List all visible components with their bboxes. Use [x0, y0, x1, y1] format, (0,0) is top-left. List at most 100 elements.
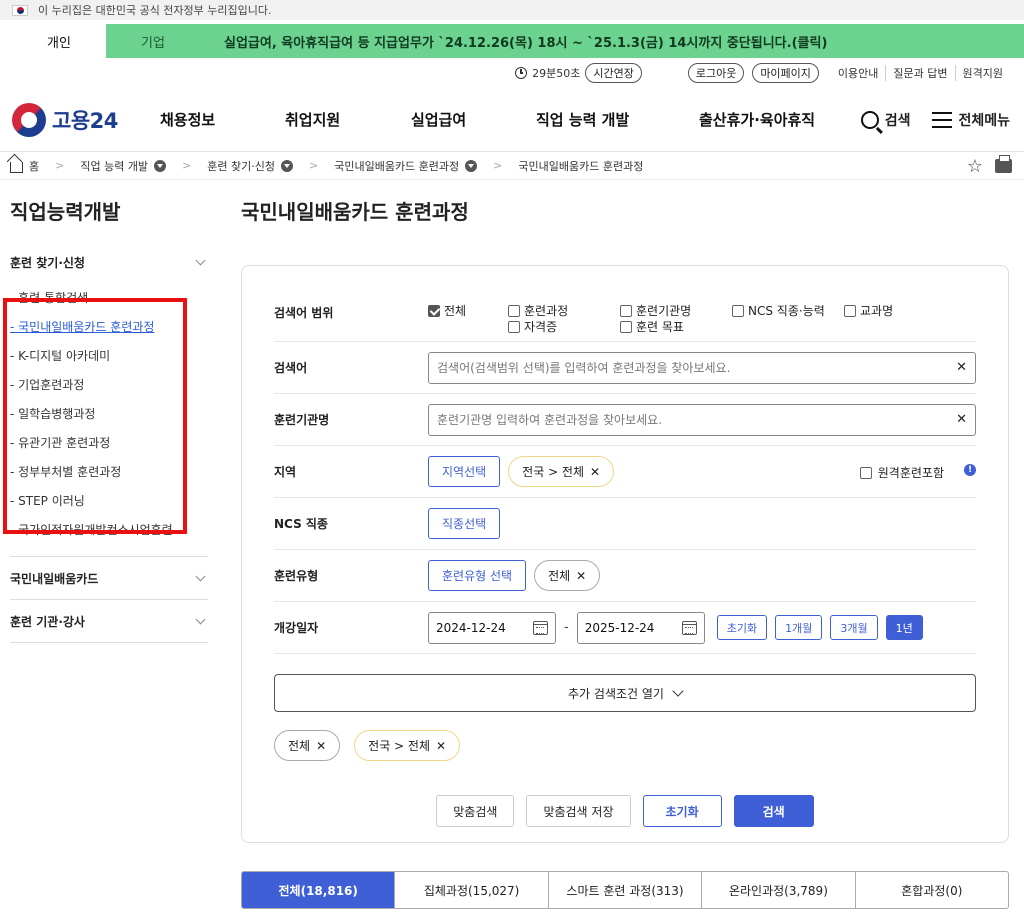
date-1month-button[interactable]: 1개월: [775, 615, 823, 640]
link-remote[interactable]: 원격지원: [954, 65, 1010, 81]
sidebar-item-related-agency[interactable]: - 유관기관 훈련과정: [10, 428, 208, 457]
date-separator: -: [564, 620, 569, 635]
tab-blended[interactable]: 혼합과정(0): [854, 872, 1008, 908]
sidebar-item-step[interactable]: - STEP 이러닝: [10, 486, 208, 515]
selected-chip[interactable]: 전체 ✕: [274, 730, 341, 761]
search-submit-button[interactable]: 검색: [733, 795, 814, 827]
calendar-icon[interactable]: [681, 620, 697, 635]
sidebar-item-k-digital[interactable]: - K-디지털 아카데미: [10, 341, 208, 370]
region-select-button[interactable]: 지역선택: [428, 456, 501, 487]
logo-mark-icon: [12, 102, 46, 137]
result-tabs: 전체(18,816) 집체과정(15,027) 스마트 훈련 과정(313) 온…: [241, 871, 1009, 909]
type-chip[interactable]: 전체 ✕: [534, 560, 601, 591]
sidebar-item-ministry[interactable]: - 정부부처별 훈련과정: [10, 457, 208, 486]
search-label: 검색: [884, 112, 911, 129]
scope-all-checkbox[interactable]: 전체: [428, 302, 466, 319]
institution-placeholder: 훈련기관명 입력하여 훈련과정을 찾아보세요.: [437, 413, 663, 427]
save-custom-search-button[interactable]: 맞춤검색 저장: [526, 795, 631, 827]
tab-offline[interactable]: 집체과정(15,027): [394, 872, 547, 908]
keyword-input[interactable]: 검색어(검색범위 선택)를 입력하여 훈련과정을 찾아보세요. ✕: [428, 351, 976, 384]
selected-chip[interactable]: 전국 > 전체 ✕: [354, 730, 461, 761]
sidebar-group-header[interactable]: 훈련 찾기·신청: [10, 251, 208, 273]
all-menu-button[interactable]: 전체메뉴: [932, 110, 1010, 130]
custom-search-button[interactable]: 맞춤검색: [436, 795, 515, 827]
dropdown-icon[interactable]: [154, 159, 167, 172]
mypage-button[interactable]: 마이페이지: [752, 63, 819, 83]
link-qna[interactable]: 질문과 답변: [885, 65, 954, 81]
sidebar-group-header[interactable]: 국민내일배움카드: [10, 557, 208, 599]
scope-license-checkbox[interactable]: 자격증: [508, 318, 557, 335]
institution-input[interactable]: 훈련기관명 입력하여 훈련과정을 찾아보세요. ✕: [428, 403, 976, 436]
region-chip[interactable]: 전국 > 전체 ✕: [508, 456, 615, 487]
breadcrumb-current: 국민내일배움카드 훈련과정: [518, 158, 643, 174]
print-icon[interactable]: [995, 155, 1012, 173]
dropdown-icon[interactable]: [465, 159, 478, 172]
type-select-button[interactable]: 훈련유형 선택: [428, 560, 527, 591]
remote-training-checkbox[interactable]: 원격훈련포함: [859, 464, 944, 481]
close-icon[interactable]: ✕: [576, 569, 586, 583]
close-icon[interactable]: ✕: [316, 739, 326, 753]
tab-personal[interactable]: 개인: [12, 24, 106, 58]
hamburger-icon: [932, 111, 953, 128]
sidebar-item-integrated-search[interactable]: - 훈련 통합검색: [10, 283, 208, 312]
ncs-select-button[interactable]: 직종선택: [428, 508, 501, 539]
scope-goal-checkbox[interactable]: 훈련 목표: [620, 318, 684, 335]
breadcrumb-item-3[interactable]: 국민내일배움카드 훈련과정: [334, 158, 478, 174]
sidebar-title: 직업능력개발: [10, 200, 121, 224]
breadcrumb-item-2[interactable]: 훈련 찾기·신청: [207, 158, 293, 174]
logo[interactable]: 고용24: [12, 102, 160, 137]
sidebar-item-company-training[interactable]: - 기업훈련과정: [10, 370, 208, 399]
sidebar-item-national-card[interactable]: - 국민내일배움카드 훈련과정: [10, 312, 208, 341]
scope-label: 검색어 범위: [274, 306, 334, 320]
sidebar-item-consortium[interactable]: - 국가인적자원개발컨소시엄훈련: [10, 515, 208, 544]
breadcrumb-home[interactable]: 홈: [10, 158, 39, 174]
nav-unemployment-benefit[interactable]: 실업급여: [411, 109, 536, 130]
end-date-value: 2025-12-24: [584, 620, 655, 635]
breadcrumb-item-1[interactable]: 직업 능력 개발: [80, 158, 167, 174]
notice-link[interactable]: 실업급여, 육아휴직급여 등 지급업무가 `24.12.26(목) 18시 ~ …: [200, 24, 1024, 58]
info-icon[interactable]: !: [964, 464, 976, 476]
dropdown-icon[interactable]: [281, 159, 293, 172]
sidebar-item-work-study[interactable]: - 일학습병행과정: [10, 399, 208, 428]
tab-smart[interactable]: 스마트 훈련 과정(313): [547, 872, 701, 908]
scope-ncs-checkbox[interactable]: NCS 직종·능력: [732, 302, 825, 319]
sidebar-group-institution: 훈련 기관·강사: [10, 600, 208, 643]
end-date-input[interactable]: 2025-12-24: [576, 611, 705, 644]
close-icon[interactable]: ✕: [436, 739, 446, 753]
ncs-row: NCS 직종 직종선택: [274, 498, 976, 550]
keyword-placeholder: 검색어(검색범위 선택)를 입력하여 훈련과정을 찾아보세요.: [437, 361, 731, 375]
reset-button[interactable]: 초기화: [642, 795, 722, 827]
sidebar-group-training-search: 훈련 찾기·신청 - 훈련 통합검색 - 국민내일배움카드 훈련과정 - K-디…: [3, 251, 208, 557]
tab-all[interactable]: 전체(18,816): [242, 872, 395, 908]
clear-icon[interactable]: ✕: [956, 360, 967, 375]
sidebar-group-title: 훈련 기관·강사: [10, 614, 85, 629]
calendar-icon[interactable]: [533, 620, 548, 635]
start-date-input[interactable]: 2024-12-24: [428, 611, 556, 644]
tab-business[interactable]: 기업: [106, 24, 200, 58]
more-conditions-button[interactable]: 추가 검색조건 열기: [274, 674, 976, 712]
scope-institution-checkbox[interactable]: 훈련기관명: [620, 302, 691, 319]
sidebar-group-header[interactable]: 훈련 기관·강사: [10, 600, 208, 642]
scope-course-checkbox[interactable]: 훈련과정: [508, 302, 568, 319]
nav-vocational-training[interactable]: 직업 능력 개발: [536, 109, 699, 130]
date-1year-button[interactable]: 1년: [885, 615, 923, 640]
logout-button[interactable]: 로그아웃: [687, 63, 745, 83]
nav-job-info[interactable]: 채용정보: [160, 109, 285, 130]
close-icon[interactable]: ✕: [590, 465, 600, 479]
nav-employment-support[interactable]: 취업지원: [285, 109, 411, 130]
search-button[interactable]: 검색: [860, 110, 911, 130]
top-bar: 개인 기업 실업급여, 육아휴직급여 등 지급업무가 `24.12.26(목) …: [12, 24, 1024, 58]
date-reset-button[interactable]: 초기화: [716, 615, 768, 640]
scope-subject-checkbox[interactable]: 교과명: [844, 302, 893, 319]
chip-label: 전체: [548, 569, 571, 583]
clear-icon[interactable]: ✕: [956, 412, 967, 427]
link-guide[interactable]: 이용안내: [831, 65, 885, 81]
chevron-down-icon: [195, 571, 206, 581]
star-icon[interactable]: ☆: [967, 156, 983, 177]
tab-online[interactable]: 온라인과정(3,789): [701, 872, 854, 908]
scope-checkboxes: 전체 훈련과정 훈련기관명 NCS 직종·능력 교과명 자격증 훈련 목표: [428, 302, 976, 338]
more-conditions-label: 추가 검색조건 열기: [568, 686, 664, 701]
nav-maternity-leave[interactable]: 출산휴가·육아휴직: [699, 109, 815, 130]
extend-button[interactable]: 시간연장: [585, 63, 642, 83]
date-3month-button[interactable]: 3개월: [830, 615, 878, 640]
